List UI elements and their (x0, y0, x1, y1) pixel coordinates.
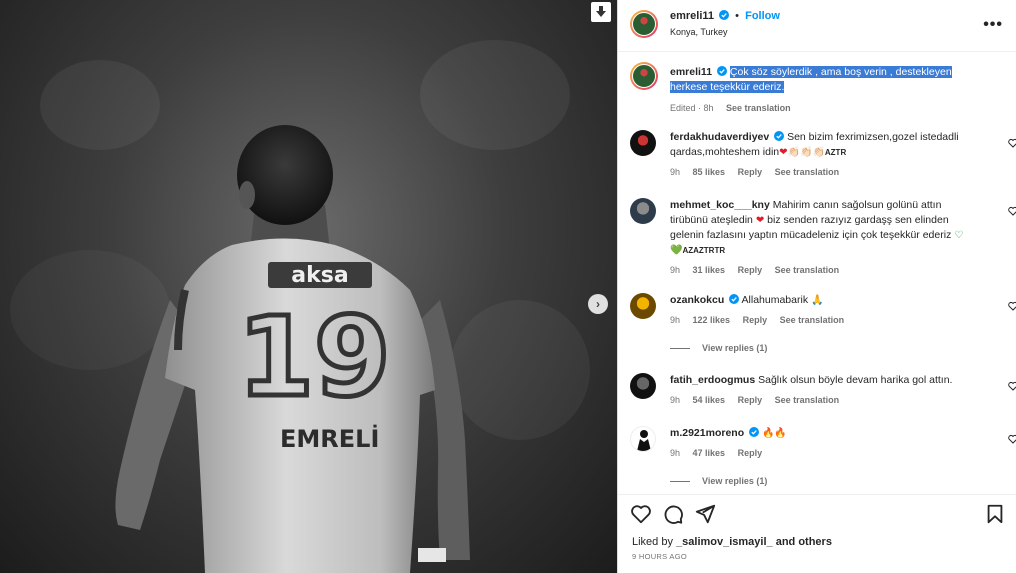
heart-icon[interactable] (1008, 206, 1016, 216)
liked-by-others[interactable]: and others (773, 536, 832, 548)
verified-icon (749, 427, 760, 437)
caption-username[interactable]: emreli11 (670, 66, 712, 78)
heart-icon[interactable] (1008, 138, 1016, 148)
reply-button[interactable]: Reply (738, 395, 763, 405)
see-translation-button[interactable]: See translation (775, 395, 840, 405)
comment-likes[interactable]: 85 likes (693, 167, 726, 177)
post-header: emreli11 • Follow Konya, Turkey ••• (618, 0, 1016, 52)
post-sidebar: emreli11 • Follow Konya, Turkey ••• emre… (617, 0, 1016, 573)
caption-edited: Edited · 8h (670, 103, 714, 113)
liked-by: Liked by _salimov_ismayil_ and others (632, 536, 832, 548)
comment-username[interactable]: ferdakhudaverdiyev (670, 131, 769, 143)
see-translation-button[interactable]: See translation (775, 167, 840, 177)
comment-time: 9h (670, 265, 681, 275)
commenter-avatar[interactable] (630, 130, 656, 156)
heart-icon[interactable] (1008, 381, 1016, 391)
comment-likes[interactable]: 122 likes (693, 315, 731, 325)
bookmark-icon[interactable] (984, 503, 1006, 525)
comment-text: Sağlık olsun böyle devam harika gol attı… (758, 374, 953, 386)
see-translation-button[interactable]: See translation (775, 265, 840, 275)
caption-avatar[interactable] (630, 62, 658, 90)
comment-username[interactable]: ozankokcu (670, 294, 724, 306)
more-options-button[interactable]: ••• (983, 16, 1003, 34)
follow-button[interactable]: Follow (745, 10, 780, 22)
verified-icon (719, 10, 730, 20)
comment-emoji: 🔥🔥 (761, 428, 787, 439)
comment-suffix: AZAZTRTR (682, 246, 726, 255)
comment-time: 9h (670, 395, 681, 405)
jersey-name: EMRELİ (280, 425, 380, 453)
verified-icon (729, 294, 740, 304)
jersey-brand: aksa (291, 262, 349, 288)
post-location[interactable]: Konya, Turkey (670, 27, 728, 37)
comment-username[interactable]: m.2921moreno (670, 427, 744, 439)
reply-button[interactable]: Reply (743, 315, 768, 325)
comment-time: 9h (670, 167, 681, 177)
share-icon[interactable] (694, 503, 716, 525)
commenter-avatar[interactable] (630, 293, 656, 319)
comment-username[interactable]: fatih_erdoogmus (670, 374, 755, 386)
comment-emoji: 🙏 (811, 295, 824, 306)
post-modal: 19 aksa EMRELİ › emreli11 • Follow Konya… (0, 0, 1016, 573)
post-photo: 19 aksa EMRELİ › (0, 0, 617, 573)
liked-by-user[interactable]: _salimov_ismayil_ (676, 536, 773, 548)
caption-see-translation[interactable]: See translation (726, 103, 791, 113)
next-icon: › (596, 297, 600, 311)
commenter-avatar[interactable] (630, 373, 656, 399)
view-replies-button[interactable]: View replies (1) (670, 343, 767, 353)
reply-button[interactable]: Reply (738, 448, 763, 458)
comment-time: 9h (670, 315, 681, 325)
view-replies-button[interactable]: View replies (1) (670, 476, 767, 486)
commenter-avatar[interactable] (630, 198, 656, 224)
comment-time: 9h (670, 448, 681, 458)
comment-text: Allahumabarik (741, 294, 809, 306)
commenter-avatar[interactable] (630, 426, 656, 452)
reply-button[interactable]: Reply (738, 167, 763, 177)
post-timestamp: 9 HOURS AGO (632, 552, 687, 561)
see-translation-button[interactable]: See translation (780, 315, 845, 325)
more-icon: ••• (983, 16, 1003, 33)
action-bar (618, 494, 1016, 530)
jersey-number: 19 (237, 293, 390, 421)
caption-text: Çok söz söylerdik , ama boş verin , dest… (670, 66, 952, 93)
comment-emoji: ❤👏🏻👏🏻👏🏻 (779, 147, 825, 158)
heart-icon[interactable] (1008, 301, 1016, 311)
save-image-button[interactable] (591, 2, 611, 22)
heart-icon[interactable] (1008, 434, 1016, 444)
comment-likes[interactable]: 47 likes (693, 448, 726, 458)
comment-likes[interactable]: 31 likes (693, 265, 726, 275)
heart-icon[interactable] (630, 503, 652, 525)
author-avatar[interactable] (630, 10, 658, 38)
comment-likes[interactable]: 54 likes (693, 395, 726, 405)
verified-icon (716, 66, 727, 76)
verified-icon (774, 131, 785, 141)
next-image-button[interactable]: › (588, 294, 608, 314)
comment-username[interactable]: mehmet_koc___kny (670, 199, 770, 211)
author-username[interactable]: emreli11 (670, 10, 714, 22)
save-icon (596, 6, 606, 17)
reply-button[interactable]: Reply (738, 265, 763, 275)
comment-suffix: AZTR (824, 148, 847, 157)
comment-icon[interactable] (662, 503, 684, 525)
